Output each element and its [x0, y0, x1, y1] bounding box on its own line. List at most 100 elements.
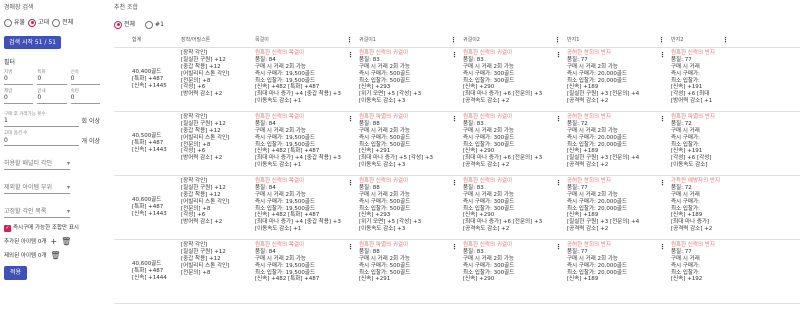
cell-line: [특화] +487: [132, 140, 164, 147]
cell-line: [공격력 감소] +2: [567, 162, 609, 169]
column-menu-icon[interactable]: ⋮: [722, 37, 729, 44]
fixed-engraving-select[interactable]: 고정할 각인 목록 ▾: [4, 206, 70, 218]
cell-line: 품질: 83: [359, 56, 380, 63]
radio-selected-icon: [28, 18, 37, 27]
cell-line: 즉시 구매가: 19,500골드: [255, 262, 316, 269]
cell-line: 즉시 구매가: 500골드: [359, 198, 411, 205]
penalty-engraving-select[interactable]: 허용할 패널티 각인 ▾: [4, 158, 70, 170]
ring1-cell: 공허한 찬희의 반지 품질: 77 구매 시 거래 2회 가능 즉시 구매가: 20,…: [564, 240, 668, 303]
cell-line: [특화] +487: [132, 204, 164, 211]
table-body: 40,400골드 [특화] +487 [신속] +1445 [장착 각인] [질실한 구…: [114, 48, 800, 304]
item-name: 원혹한 파멸의 귀걸이: [359, 114, 409, 120]
item-menu-icon[interactable]: ⋮: [555, 244, 562, 251]
cell-line: [장착 각인]: [181, 50, 208, 56]
auction-search-title: 경매장 검색: [4, 4, 34, 11]
item-menu-icon[interactable]: ⋮: [347, 244, 354, 251]
item-menu-icon[interactable]: ⋮: [347, 116, 354, 123]
stat-exp-field[interactable]: 숙련 0: [70, 89, 100, 104]
option-count-row: 고대 옵션 수0 개 이상: [4, 131, 100, 146]
stat-swift-field[interactable]: 신속 0: [70, 70, 100, 85]
add-icon[interactable]: +: [50, 238, 57, 246]
purchase-count-field[interactable]: 구매 후 거래가능 횟수 1: [4, 112, 79, 127]
radio-all[interactable]: 전체: [52, 18, 73, 27]
table-row: 40,500골드 [특화] +487 [신속] +1443 [장착 각인] [질실한 구…: [114, 112, 800, 176]
table-row: 40,600골드 [특화] +487 [신속] +1443 [장착 각인] [질실한 구…: [114, 176, 800, 240]
item-menu-icon[interactable]: ⋮: [659, 244, 666, 251]
trash-icon[interactable]: 🗑: [61, 238, 71, 246]
cell-line: 품질: 88: [359, 120, 380, 127]
stat-endur-field[interactable]: 인내 0: [37, 89, 67, 104]
ring1-cell: 공허한 찬희의 반지 품질: 77 구매 시 거래 2회 가능 즉시 구매가: 20,…: [564, 48, 668, 111]
radio-relic[interactable]: 유물: [4, 18, 25, 27]
cell-line: 즉시 구매가: 19,500골드: [255, 134, 316, 141]
cell-line: 품질: 72: [671, 120, 692, 127]
item-menu-icon[interactable]: ⋮: [347, 180, 354, 187]
column-menu-icon[interactable]: ⋮: [658, 37, 665, 44]
radio-ancient[interactable]: 고대: [28, 18, 49, 27]
cell-line: [이동속도 감소] +3: [359, 162, 406, 169]
apply-button[interactable]: 적용: [4, 266, 28, 280]
grade-radio-group: 유물 고대 전체: [4, 18, 100, 28]
col-necklace: 목걸이 ⋮: [255, 36, 353, 44]
column-menu-icon[interactable]: ⋮: [346, 37, 353, 44]
option-count-field[interactable]: 고대 옵션 수0: [4, 131, 79, 146]
stone-cell: [장착 각인] [질실한 구원] +12 [중갑 착용] +12 [어빌리티 스톤 각…: [178, 48, 252, 111]
col-ring1: 반지1 ⋮: [567, 36, 665, 44]
table-row: 40,400골드 [특화] +487 [신속] +1445 [장착 각인] [질실한 구…: [114, 48, 800, 112]
cell-line: [공격속도 감소] +2: [463, 162, 510, 169]
item-name: 원혹한 신락의 귀걸이: [359, 50, 409, 56]
cell-line: 즉시 구매가: 20,000골드: [567, 262, 628, 269]
recommend-title: 추천 조합: [114, 4, 138, 11]
stone-cell: [장착 각인] [질실한 구원] +12 [중갑 착용] +12 [어빌리티 스톤 각…: [178, 112, 252, 175]
exclude-part-select[interactable]: 제외할 아이템 부위 ▾: [4, 182, 70, 194]
cell-line: 품질: 77: [567, 248, 588, 255]
item-menu-icon[interactable]: ⋮: [555, 52, 562, 59]
item-name: 원혹한 신락의 귀걸이: [359, 178, 409, 184]
item-menu-icon[interactable]: ⋮: [555, 116, 562, 123]
col-earring2: 귀걸이2 ⋮: [463, 36, 561, 44]
item-menu-icon[interactable]: ⋮: [347, 52, 354, 59]
stat-crit-field[interactable]: 치명 0: [4, 70, 34, 85]
cell-line: [신속] +482 [특화] +487: [255, 276, 320, 283]
buyout-only-checkbox-row[interactable]: ✓ 즉시구매 가능한 조합만 표시: [4, 225, 100, 232]
cell-line: [어빌리티 스톤 각인]: [181, 70, 230, 77]
cell-line: 구매 시 거래: [671, 255, 700, 262]
item-name: 원혹한 신락의 귀걸이: [463, 242, 513, 248]
cell-line: [질실한 구원] +12: [181, 120, 226, 127]
cell-line: 품질: 77: [567, 184, 588, 191]
table-row: 40,600골드 [특화] +487 [신속] +1444 [장착 각인] [질실한 구…: [114, 240, 800, 304]
total-cell: 40,500골드 [특화] +487 [신속] +1443: [114, 112, 178, 175]
search-start-button[interactable]: 검색 시작 51 / 51: [4, 35, 62, 49]
radio-circle-icon: [52, 18, 61, 27]
ring2-cell: 원혹한 신락의 반지 품질: 77 구매 시 거래 즉시 구매가: 최소 입찰가: [신속…: [668, 240, 732, 303]
cell-line: 구매 시 거래 2회 가능: [359, 63, 410, 70]
item-menu-icon[interactable]: ⋮: [451, 244, 458, 251]
cell-line: 즉시 구매가:: [671, 70, 700, 77]
item-menu-icon[interactable]: ⋮: [555, 180, 562, 187]
item-menu-icon[interactable]: ⋮: [451, 116, 458, 123]
column-menu-icon[interactable]: ⋮: [450, 37, 457, 44]
stat-spec-field[interactable]: 특화 0: [37, 70, 67, 85]
earring1-cell: 원혹한 신락의 귀걸이 품질: 83 구매 시 거래 2회 가능 즉시 구매가: 50…: [356, 48, 460, 111]
cell-line: 구매 시 거래 2회 가능: [359, 191, 410, 198]
trash-icon[interactable]: 🗑: [50, 252, 60, 260]
dropdown-arrow-icon: ▾: [66, 207, 70, 215]
cell-line: [공격속도 감소] +2: [463, 226, 510, 233]
tab-all[interactable]: 전체: [114, 20, 135, 29]
earring1-cell: 원혹한 신락의 귀걸이 품질: 88 구매 시 거래 2회 가능 즉시 구매가: 50…: [356, 176, 460, 239]
tab-1[interactable]: #1: [145, 20, 164, 29]
stat-dom-field[interactable]: 제압 0: [4, 89, 34, 104]
cell-line: [질실한 구원] +12: [181, 56, 226, 63]
cell-line: [질실한 구원] +12: [181, 248, 226, 255]
item-menu-icon[interactable]: ⋮: [451, 52, 458, 59]
item-menu-icon[interactable]: ⋮: [451, 180, 458, 187]
item-menu-icon[interactable]: ⋮: [659, 116, 666, 123]
item-name: 원혹한 파멸의 귀걸이: [359, 242, 409, 248]
total-cell: 40,600골드 [특화] +487 [신속] +1444: [114, 240, 178, 303]
checkbox-checked-icon[interactable]: ✓: [4, 225, 11, 232]
cell-line: [장착 각인]: [181, 178, 208, 184]
item-menu-icon[interactable]: ⋮: [659, 180, 666, 187]
dropdown-arrow-icon: ▾: [66, 159, 70, 167]
column-menu-icon[interactable]: ⋮: [554, 37, 561, 44]
item-menu-icon[interactable]: ⋮: [659, 52, 666, 59]
